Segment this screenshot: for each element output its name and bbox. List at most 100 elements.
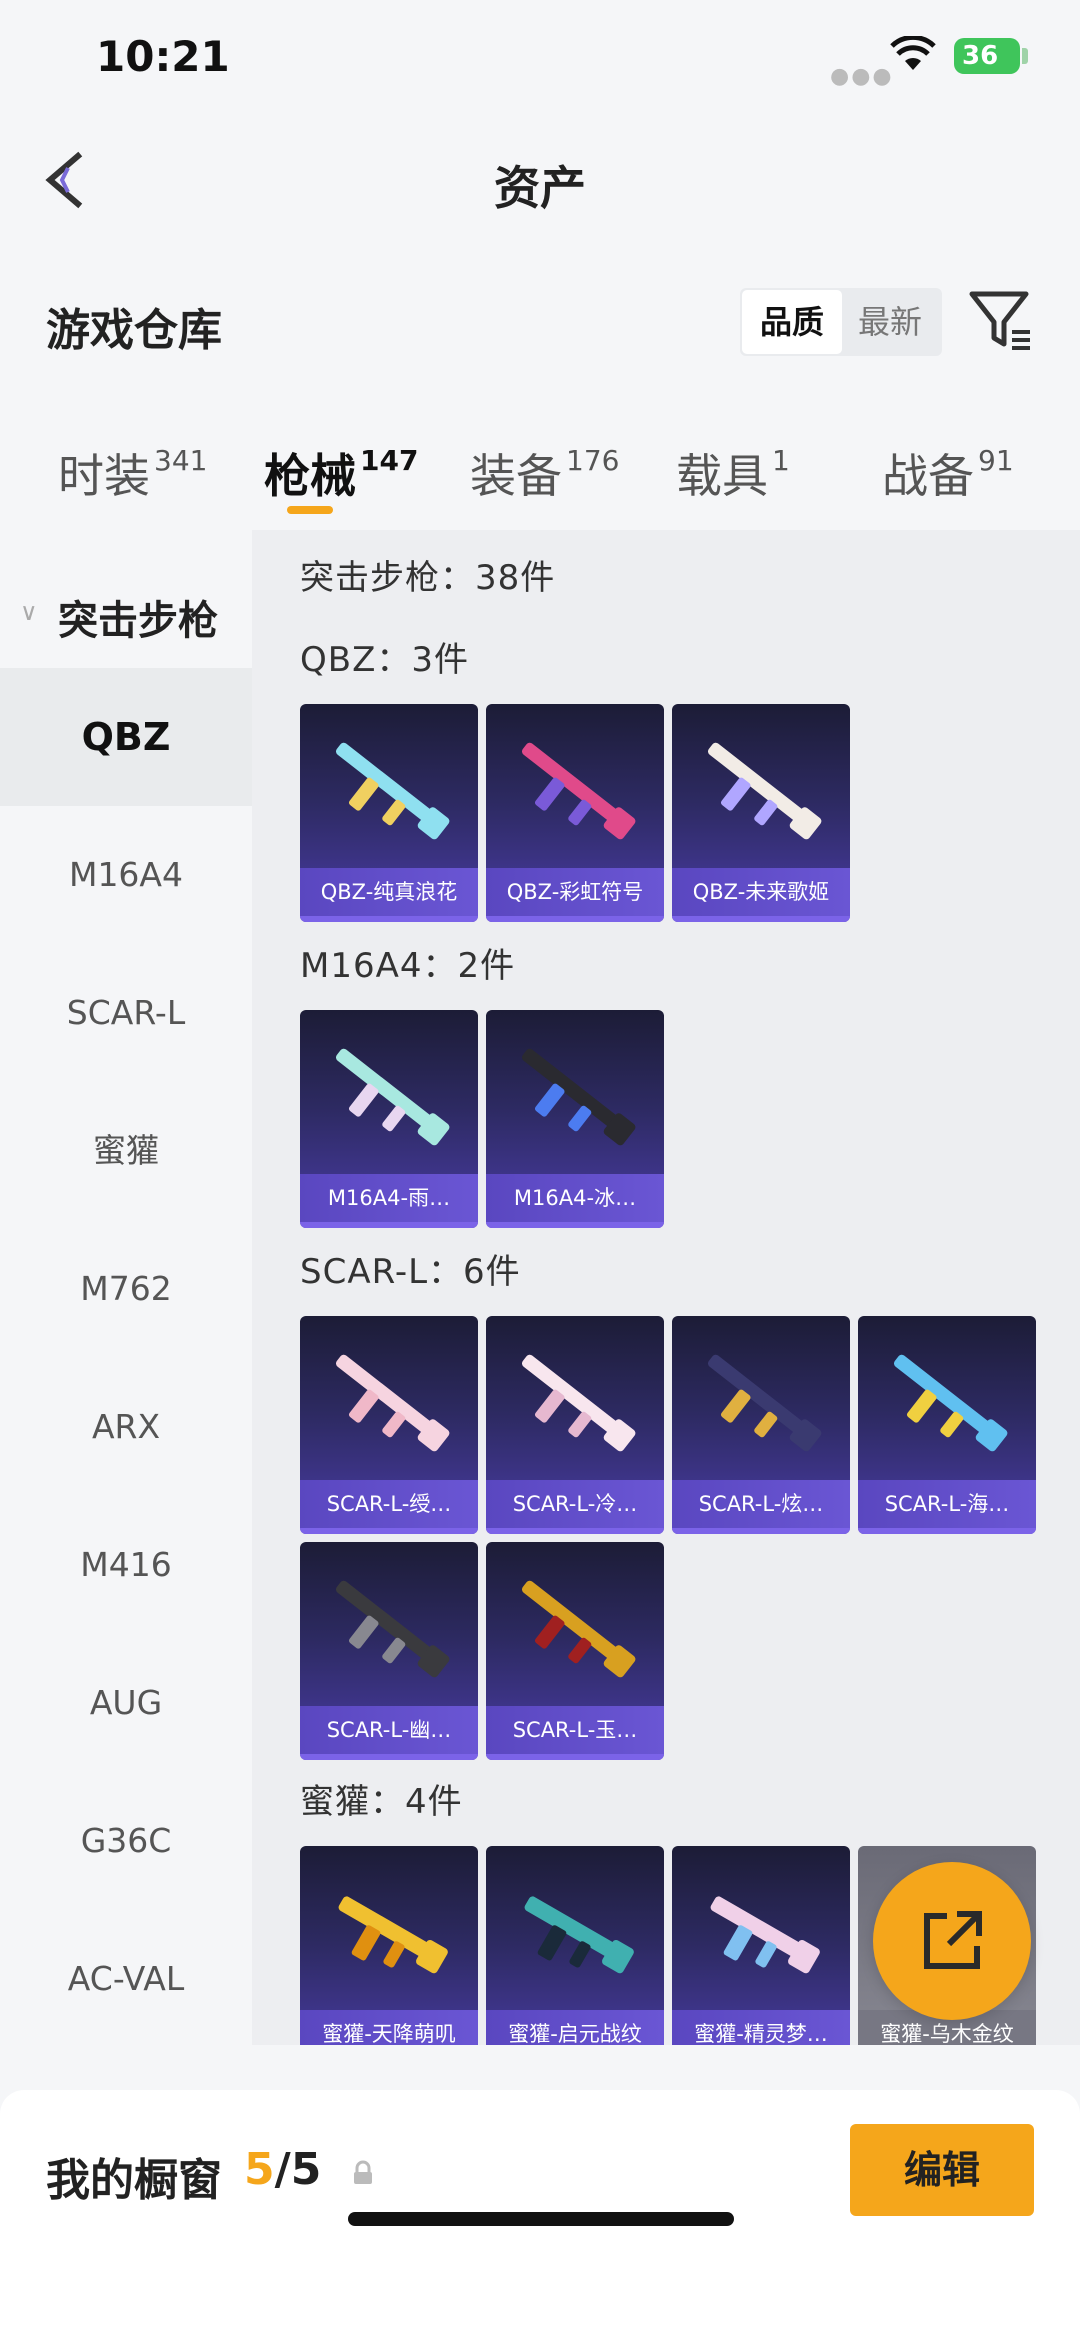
tab-count: 1 <box>772 444 790 477</box>
gun-mag <box>351 1925 381 1961</box>
sort-quality-button[interactable]: 品质 <box>742 290 842 354</box>
battery-level: 36 <box>962 41 999 71</box>
skin-card[interactable]: 蜜獾-启元战纹 <box>486 1846 664 2045</box>
tab-vehicles[interactable]: 载具 1 <box>676 440 790 506</box>
group-title-qbz: QBZ：3件 <box>300 640 470 680</box>
skin-card[interactable]: M16A4-冰… <box>486 1010 664 1228</box>
sidebar-category[interactable]: ∨ 突击步枪 <box>0 570 252 650</box>
showcase-total: /5 <box>274 2144 322 2195</box>
sidebar-item-ac-val[interactable]: AC-VAL <box>0 1910 252 2048</box>
skin-card[interactable]: SCAR-L-玉… <box>486 1542 664 1760</box>
tab-firearms[interactable]: 枪械 147 <box>264 440 418 506</box>
skin-card[interactable]: QBZ-未来歌姬 <box>672 704 850 922</box>
group-title-m16a4: M16A4：2件 <box>300 946 516 986</box>
skin-name: 蜜獾-启元战纹 <box>486 2010 664 2045</box>
gun-mag <box>537 1925 567 1961</box>
group-title-honey-badger: 蜜獾：4件 <box>300 1782 463 1822</box>
tab-count: 176 <box>566 444 620 477</box>
gun-mag <box>720 1389 751 1423</box>
sidebar-item-qbz[interactable]: QBZ <box>0 668 252 806</box>
skin-card[interactable]: 蜜獾-精灵梦… <box>672 1846 850 2045</box>
tab-label: 装备 <box>470 449 562 503</box>
gun-mag <box>534 1389 565 1423</box>
gun-mag <box>534 1615 565 1649</box>
sidebar-item-g36c[interactable]: G36C <box>0 1772 252 1910</box>
skin-card[interactable]: 蜜獾-天降萌叽 <box>300 1846 478 2045</box>
skin-name: QBZ-未来歌姬 <box>672 868 850 916</box>
gun-mag <box>348 1083 379 1117</box>
rifle-icon <box>335 1580 450 1678</box>
skin-name: QBZ-纯真浪花 <box>300 868 478 916</box>
sidebar-item-scar-l[interactable]: SCAR-L <box>0 944 252 1082</box>
chevron-down-icon: ∨ <box>20 598 38 626</box>
gun-mag <box>348 1389 379 1423</box>
rifle-icon <box>521 742 636 840</box>
wifi-icon <box>890 36 936 70</box>
gun-mag <box>534 1083 565 1117</box>
skin-card[interactable]: SCAR-L-幽… <box>300 1542 478 1760</box>
battery-tip <box>1022 48 1028 64</box>
warehouse-header: 游戏仓库 品质 最新 <box>0 280 1080 380</box>
sidebar-item-aug[interactable]: AUG <box>0 1634 252 1772</box>
category-summary: 突击步枪：38件 <box>300 558 556 598</box>
rifle-icon <box>521 1580 636 1678</box>
smg-icon <box>338 1896 448 1974</box>
filter-icon[interactable] <box>968 288 1034 354</box>
tab-label: 枪械 <box>264 449 356 503</box>
share-button[interactable] <box>873 1862 1031 2020</box>
tab-equipment[interactable]: 装备 176 <box>470 440 619 506</box>
tab-supplies[interactable]: 战备 91 <box>882 440 1014 506</box>
tab-fashion[interactable]: 时装 341 <box>58 440 207 506</box>
skin-card[interactable]: SCAR-L-海… <box>858 1316 1036 1534</box>
sort-newest-button[interactable]: 最新 <box>840 288 940 356</box>
tab-count: 341 <box>154 444 208 477</box>
rifle-icon <box>521 1048 636 1146</box>
skin-name: SCAR-L-幽… <box>300 1706 478 1754</box>
gun-mag <box>720 777 751 811</box>
rifle-icon <box>335 1354 450 1452</box>
skin-card[interactable]: QBZ-纯真浪花 <box>300 704 478 922</box>
skin-name: QBZ-彩虹符号 <box>486 868 664 916</box>
warehouse-title: 游戏仓库 <box>46 305 222 356</box>
rifle-icon <box>893 1354 1008 1452</box>
sidebar-item-m16a4[interactable]: M16A4 <box>0 806 252 944</box>
gun-mag <box>534 777 565 811</box>
nav-bar: 资产 <box>0 120 1080 240</box>
smg-icon <box>524 1896 634 1974</box>
gun-grip <box>383 1941 405 1968</box>
smg-icon <box>710 1896 820 1974</box>
skin-card[interactable]: QBZ-彩虹符号 <box>486 704 664 922</box>
gun-mag <box>906 1389 937 1423</box>
skin-card[interactable]: SCAR-L-绶… <box>300 1316 478 1534</box>
skin-name: 蜜獾-精灵梦… <box>672 2010 850 2045</box>
tab-label: 载具 <box>676 449 768 503</box>
rifle-icon <box>335 742 450 840</box>
edit-button[interactable]: 编辑 <box>850 2124 1034 2216</box>
rifle-icon <box>335 1048 450 1146</box>
weapon-sidebar: ∨ 突击步枪 QBZ M16A4 SCAR-L 蜜獾 M762 ARX M416… <box>0 530 252 2045</box>
gun-grip <box>755 1941 777 1968</box>
page-title: 资产 <box>494 161 586 215</box>
skin-name: SCAR-L-海… <box>858 1480 1036 1528</box>
skin-name: 蜜獾-天降萌叽 <box>300 2010 478 2045</box>
rifle-icon <box>521 1354 636 1452</box>
skin-name: SCAR-L-玉… <box>486 1706 664 1754</box>
gun-mag <box>723 1925 753 1961</box>
skin-card[interactable]: SCAR-L-冷… <box>486 1316 664 1534</box>
sidebar-category-label: 突击步枪 <box>58 598 218 644</box>
sidebar-item-m416[interactable]: M416 <box>0 1496 252 1634</box>
sidebar-item-arx[interactable]: ARX <box>0 1358 252 1496</box>
skin-card[interactable]: M16A4-雨… <box>300 1010 478 1228</box>
rifle-icon <box>707 742 822 840</box>
gun-grip <box>569 1941 591 1968</box>
share-icon <box>924 1911 982 1969</box>
skin-card[interactable]: SCAR-L-炫… <box>672 1316 850 1534</box>
sort-toggle: 品质 最新 <box>740 288 942 356</box>
skin-name: M16A4-雨… <box>300 1174 478 1222</box>
sidebar-item-m762[interactable]: M762 <box>0 1220 252 1358</box>
status-bar: 10:21 ●●● 36 <box>0 0 1080 120</box>
showcase-label: 我的橱窗 <box>46 2155 222 2206</box>
sidebar-item-honey-badger[interactable]: 蜜獾 <box>0 1082 252 1220</box>
gun-mag <box>348 777 379 811</box>
gun-mag <box>348 1615 379 1649</box>
